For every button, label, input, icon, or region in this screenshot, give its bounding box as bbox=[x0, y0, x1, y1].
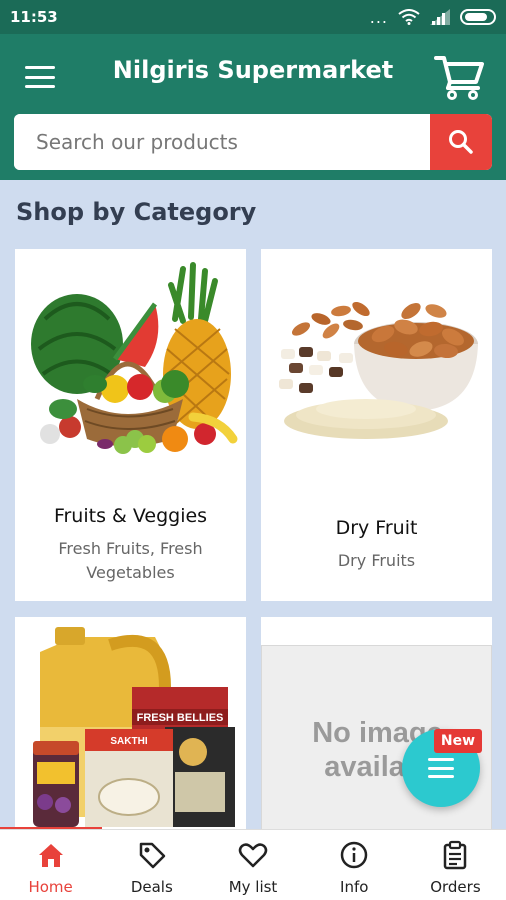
app-bar: Nilgiris Supermarket bbox=[0, 34, 506, 180]
status-bar: 11:53 ... bbox=[0, 0, 506, 34]
search-bar bbox=[14, 114, 492, 170]
clipboard-icon bbox=[444, 840, 467, 870]
nav-item-deals[interactable]: Deals bbox=[101, 830, 202, 900]
cart-button[interactable] bbox=[432, 50, 486, 100]
signal-icon bbox=[430, 9, 450, 25]
nav-item-home[interactable]: Home bbox=[0, 830, 101, 900]
search-icon bbox=[449, 130, 473, 154]
app-title: Nilgiris Supermarket bbox=[112, 56, 394, 84]
nav-label: Home bbox=[28, 878, 73, 896]
category-subtitle: Dry Fruits bbox=[337, 551, 416, 570]
category-card-fruits-veggies[interactable]: Fruits & Veggies Fresh Fruits, Fresh Veg… bbox=[15, 249, 246, 601]
category-title: Dry Fruit bbox=[335, 517, 418, 539]
fresh-bellies-label: FRESH BELLIES bbox=[137, 712, 224, 724]
nav-label: My list bbox=[228, 878, 278, 896]
category-card-staples[interactable]: FRESH BELLIES SAKTHI bbox=[15, 617, 246, 837]
nav-label: Info bbox=[340, 878, 369, 896]
home-icon bbox=[38, 844, 63, 867]
fruits-veggies-image bbox=[31, 262, 238, 454]
status-dots: ... bbox=[369, 7, 388, 27]
info-icon bbox=[340, 841, 368, 869]
cart-icon bbox=[434, 56, 484, 100]
new-badge: New bbox=[434, 729, 482, 753]
staples-image: FRESH BELLIES SAKTHI bbox=[33, 627, 235, 827]
search-button[interactable] bbox=[430, 114, 492, 170]
status-time: 11:53 bbox=[10, 8, 58, 26]
section-title: Shop by Category bbox=[16, 198, 257, 226]
category-subtitle: Fresh Fruits, Fresh Vegetables bbox=[58, 539, 203, 582]
nav-item-orders[interactable]: Orders bbox=[405, 830, 506, 900]
nav-label: Deals bbox=[130, 878, 173, 896]
heart-icon bbox=[238, 843, 268, 868]
status-icons: ... bbox=[370, 8, 496, 27]
search-input[interactable] bbox=[14, 114, 429, 170]
nav-label: Orders bbox=[430, 878, 481, 896]
wifi-icon bbox=[398, 9, 420, 25]
nav-item-my-list[interactable]: My list bbox=[202, 830, 303, 900]
bottom-nav: Home Deals My list Info Orders bbox=[0, 829, 506, 900]
dry-fruit-image bbox=[279, 301, 478, 439]
tag-icon bbox=[139, 842, 166, 869]
menu-icon bbox=[428, 758, 454, 778]
category-card-no-image[interactable]: No image availabl bbox=[261, 617, 492, 837]
menu-button[interactable] bbox=[22, 62, 58, 92]
battery-icon bbox=[460, 9, 496, 25]
nav-item-info[interactable]: Info bbox=[304, 830, 405, 900]
pack-brand-label: SAKTHI bbox=[110, 736, 147, 747]
category-title: Fruits & Veggies bbox=[53, 505, 208, 527]
category-card-dry-fruit[interactable]: Dry Fruit Dry Fruits bbox=[261, 249, 492, 601]
